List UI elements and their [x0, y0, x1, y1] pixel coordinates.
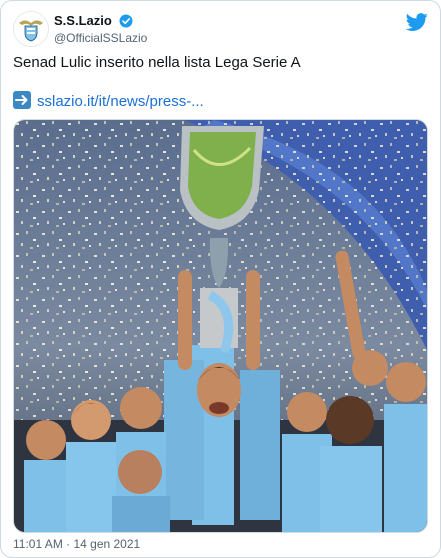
tweet-header: S.S.Lazio @OfficialSSLazio [13, 11, 428, 47]
tweet-photo[interactable] [13, 119, 428, 533]
tweet-timestamp[interactable]: 11:01 AM · 14 gen 2021 [13, 537, 140, 551]
display-name[interactable]: S.S.Lazio [54, 12, 112, 29]
lazio-eagle-crest-icon [14, 12, 48, 46]
verified-badge-icon [119, 14, 133, 28]
twitter-bird-icon[interactable] [406, 11, 428, 33]
trophy-celebration-photo [14, 120, 427, 532]
tweet-text: Senad Lulic inserito nella lista Lega Se… [13, 54, 301, 71]
author-names: S.S.Lazio @OfficialSSLazio [54, 12, 147, 46]
avatar[interactable] [13, 11, 49, 47]
handle[interactable]: @OfficialSSLazio [54, 30, 147, 46]
tweet-card[interactable]: S.S.Lazio @OfficialSSLazio Senad Lulic i… [0, 0, 441, 558]
tweet-link-row[interactable]: sslazio.it/it/news/press-... [13, 91, 204, 112]
right-arrow-emoji-icon [13, 91, 31, 109]
tweet-link[interactable]: sslazio.it/it/news/press-... [37, 93, 204, 110]
